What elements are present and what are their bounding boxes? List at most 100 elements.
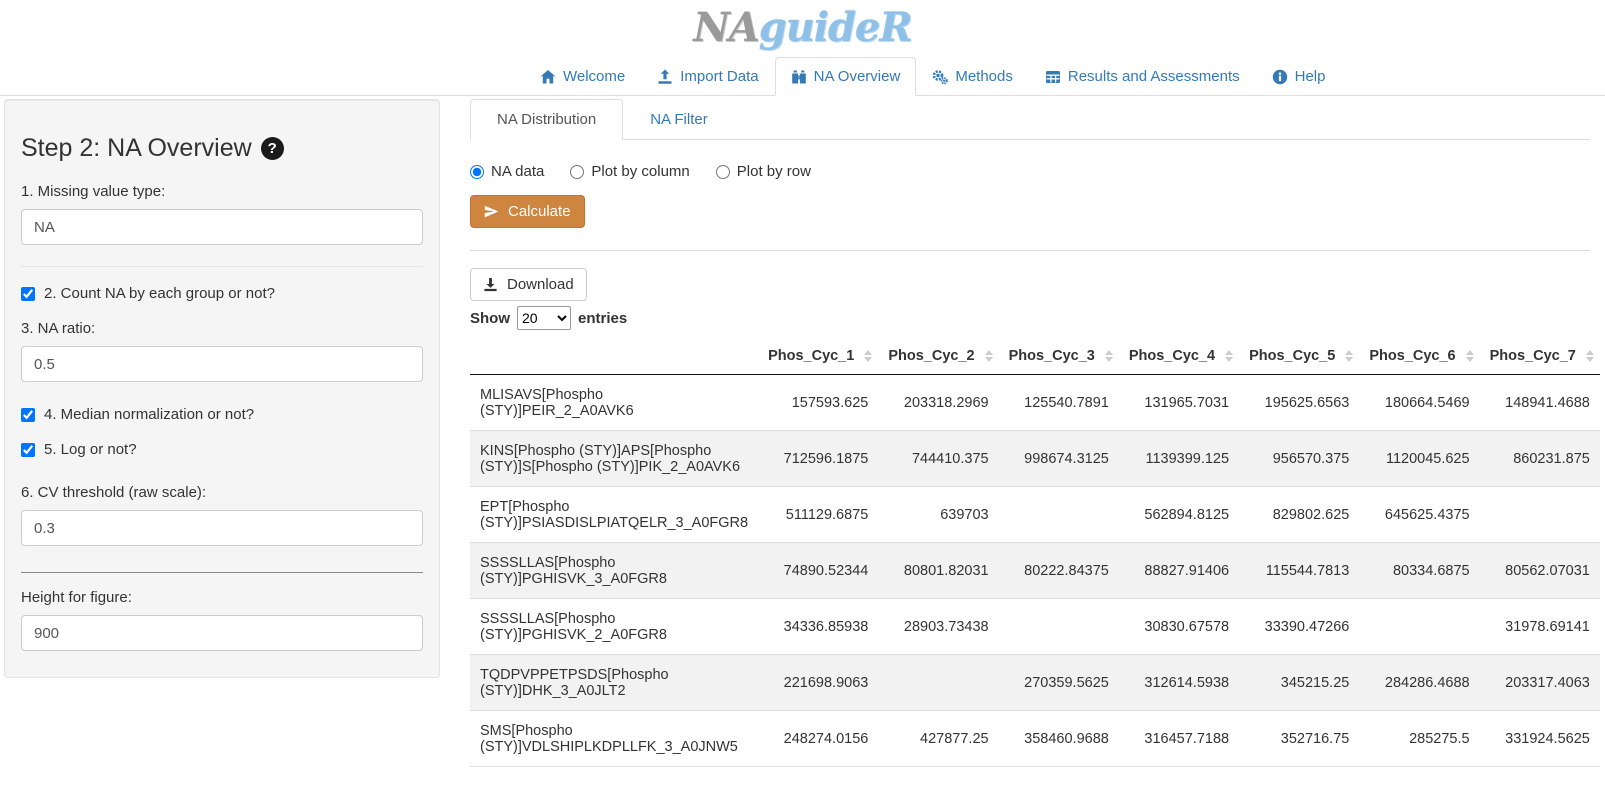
column-header[interactable]: Phos_Cyc_5	[1239, 338, 1359, 375]
table-row: SSSSLLAS[Phospho (STY)]PGHISVK_2_A0FGR8 …	[470, 599, 1600, 655]
sidebar-divider-dark	[21, 572, 423, 573]
radio-na-data-input[interactable]	[470, 165, 484, 179]
na-ratio-input[interactable]	[21, 346, 423, 382]
tab-na-distribution[interactable]: NA Distribution	[470, 99, 623, 140]
sub-nav: NA Distribution NA Filter	[470, 99, 1590, 140]
tab-welcome[interactable]: Welcome	[524, 57, 641, 96]
column-header[interactable]: Phos_Cyc_3	[999, 338, 1119, 375]
tab-na-filter[interactable]: NA Filter	[623, 99, 735, 140]
table-icon	[1045, 69, 1061, 85]
download-button[interactable]: Download	[470, 268, 587, 301]
calculate-button[interactable]: Calculate	[470, 195, 585, 228]
table-header-row: Phos_Cyc_1 Phos_Cyc_2 Phos_Cyc_3 Phos_Cy…	[470, 338, 1600, 375]
row-value-cell: 80562.07031	[1480, 543, 1600, 599]
row-value-cell: 115544.7813	[1239, 543, 1359, 599]
row-value-cell: 345215.25	[1239, 655, 1359, 711]
gears-icon	[932, 69, 948, 85]
row-value-cell: 80334.6875	[1359, 543, 1479, 599]
radio-plot-by-column-input[interactable]	[570, 165, 584, 179]
tab-label: Welcome	[563, 68, 625, 85]
median-checkbox[interactable]	[21, 408, 35, 422]
row-value-cell: 30830.67578	[1119, 599, 1239, 655]
tab-na-overview[interactable]: NA Overview	[775, 57, 917, 96]
sort-icon	[864, 350, 872, 362]
download-label: Download	[507, 276, 574, 293]
table-row: SMS[Phospho (STY)]VDLSHIPLKDPLLFK_3_A0JN…	[470, 711, 1600, 767]
row-value-cell: 427877.25	[878, 711, 998, 767]
radio-label: Plot by column	[591, 163, 689, 180]
row-value-cell: 352716.75	[1239, 711, 1359, 767]
sort-icon	[1105, 350, 1113, 362]
row-value-cell: 180664.5469	[1359, 375, 1479, 431]
missing-value-label: 1. Missing value type:	[21, 183, 423, 200]
missing-value-input[interactable]	[21, 209, 423, 245]
row-value-cell: 860231.875	[1480, 431, 1600, 487]
content-area: Step 2: NA Overview ? 1. Missing value t…	[0, 96, 1605, 767]
tab-label: Results and Assessments	[1068, 68, 1240, 85]
row-value-cell: 203317.4063	[1480, 655, 1600, 711]
subtab-label: NA Filter	[650, 111, 708, 128]
sort-icon	[1586, 350, 1594, 362]
radio-plot-by-row-input[interactable]	[716, 165, 730, 179]
radio-plot-by-column[interactable]: Plot by column	[570, 163, 689, 180]
log-checkbox-row[interactable]: 5. Log or not?	[21, 441, 423, 458]
row-value-cell: 80801.82031	[878, 543, 998, 599]
log-checkbox[interactable]	[21, 443, 35, 457]
radio-plot-by-row[interactable]: Plot by row	[716, 163, 811, 180]
tab-label: NA Overview	[814, 68, 901, 85]
tab-label: Help	[1295, 68, 1326, 85]
row-value-cell: 74890.52344	[758, 543, 878, 599]
row-value-cell: 28903.73438	[878, 599, 998, 655]
log-label: 5. Log or not?	[44, 441, 137, 458]
cv-threshold-input[interactable]	[21, 510, 423, 546]
count-na-checkbox[interactable]	[21, 287, 35, 301]
column-header[interactable]: Phos_Cyc_1	[758, 338, 878, 375]
row-value-cell: 125540.7891	[999, 375, 1119, 431]
table-row: MLISAVS[Phospho (STY)]PEIR_2_A0AVK6 1575…	[470, 375, 1600, 431]
radio-na-data[interactable]: NA data	[470, 163, 544, 180]
row-value-cell: 998674.3125	[999, 431, 1119, 487]
sidebar-divider	[21, 266, 423, 267]
column-header[interactable]: Phos_Cyc_2	[878, 338, 998, 375]
row-value-cell: 1139399.125	[1119, 431, 1239, 487]
row-value-cell: 956570.375	[1239, 431, 1359, 487]
tab-import-data[interactable]: Import Data	[641, 57, 774, 96]
column-header[interactable]: Phos_Cyc_6	[1359, 338, 1479, 375]
figure-height-input[interactable]	[21, 615, 423, 651]
row-value-cell: 34336.85938	[758, 599, 878, 655]
cv-threshold-label: 6. CV threshold (raw scale):	[21, 484, 423, 501]
column-header-label: Phos_Cyc_1	[768, 348, 854, 364]
radio-label: NA data	[491, 163, 544, 180]
row-value-cell: 33390.47266	[1239, 599, 1359, 655]
sidebar-panel: Step 2: NA Overview ? 1. Missing value t…	[4, 99, 440, 678]
tab-help[interactable]: Help	[1256, 57, 1342, 96]
binoculars-icon	[791, 69, 807, 85]
na-ratio-label: 3. NA ratio:	[21, 320, 423, 337]
home-icon	[540, 69, 556, 85]
row-value-cell: 331924.5625	[1480, 711, 1600, 767]
row-value-cell: 31978.69141	[1480, 599, 1600, 655]
column-header-rowname	[470, 338, 758, 375]
download-icon	[483, 277, 499, 293]
column-header[interactable]: Phos_Cyc_7	[1480, 338, 1600, 375]
median-checkbox-row[interactable]: 4. Median normalization or not?	[21, 406, 423, 423]
column-header-label: Phos_Cyc_4	[1129, 348, 1215, 364]
column-header-label: Phos_Cyc_2	[888, 348, 974, 364]
page-length-select[interactable]: 20	[517, 306, 571, 330]
tab-methods[interactable]: Methods	[916, 57, 1029, 96]
row-value-cell: 639703	[878, 487, 998, 543]
row-value-cell: 645625.4375	[1359, 487, 1479, 543]
count-na-label: 2. Count NA by each group or not?	[44, 285, 275, 302]
column-header[interactable]: Phos_Cyc_4	[1119, 338, 1239, 375]
row-value-cell: 712596.1875	[758, 431, 878, 487]
question-circle-icon[interactable]: ?	[261, 137, 284, 160]
row-value-cell: 270359.5625	[999, 655, 1119, 711]
tab-results-assessments[interactable]: Results and Assessments	[1029, 57, 1256, 96]
row-value-cell: 744410.375	[878, 431, 998, 487]
show-label: Show	[470, 310, 510, 327]
table-row: TQDPVPPETPSDS[Phospho (STY)]DHK_3_A0JLT2…	[470, 655, 1600, 711]
row-value-cell: 358460.9688	[999, 711, 1119, 767]
count-na-checkbox-row[interactable]: 2. Count NA by each group or not?	[21, 285, 423, 302]
row-name-cell: TQDPVPPETPSDS[Phospho (STY)]DHK_3_A0JLT2	[470, 655, 758, 711]
row-value-cell	[878, 655, 998, 711]
